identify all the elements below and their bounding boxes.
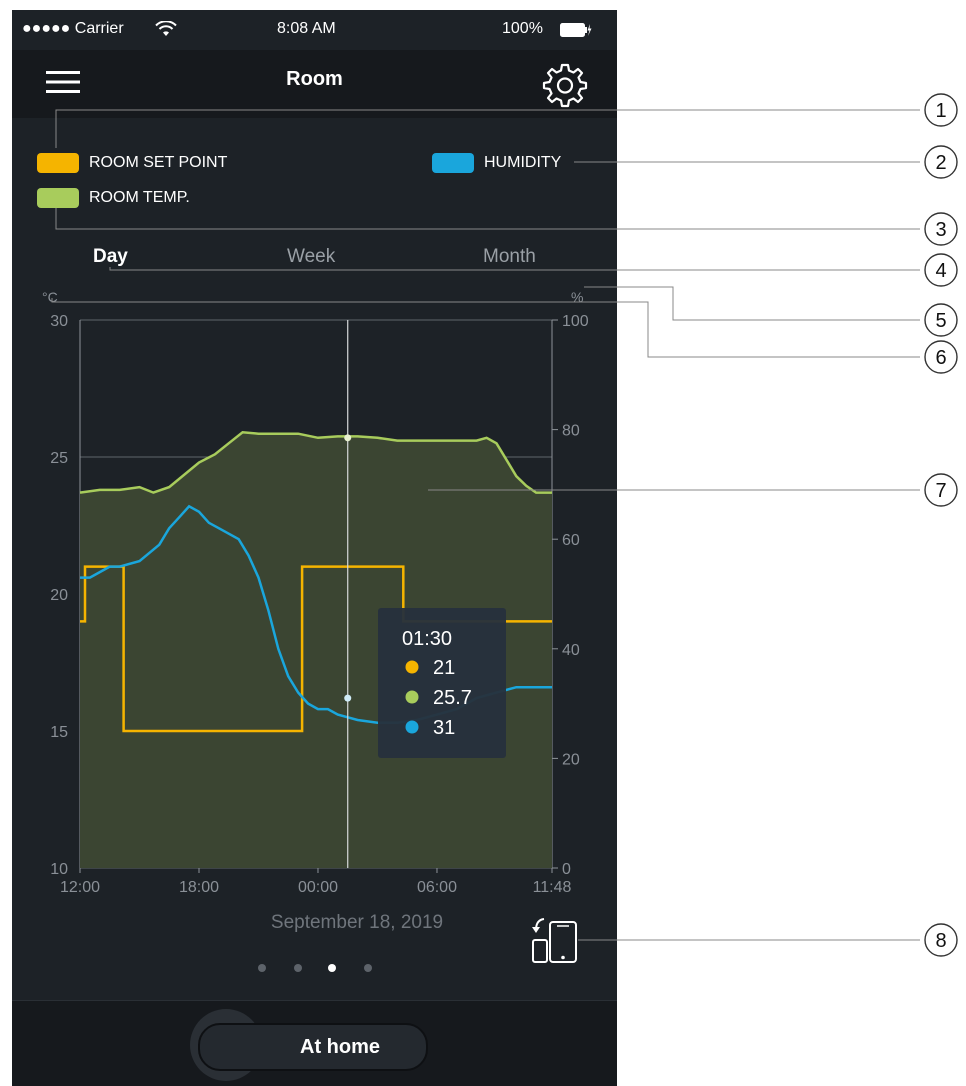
callout-label-6: 6 xyxy=(935,347,946,369)
mode-selector[interactable]: At home xyxy=(198,1023,428,1071)
left-tick-15: 15 xyxy=(50,724,68,741)
tooltip-set-point-value: 21 xyxy=(433,657,455,679)
x-tick-18:00: 18:00 xyxy=(179,879,219,896)
chart-date-label: September 18, 2019 xyxy=(270,912,444,933)
x-tick-11:48: 11:48 xyxy=(533,879,572,896)
callout-label-2: 2 xyxy=(935,152,946,174)
phone-screen: ●●●●● Carrier 8:08 AM 100% Room ROOM SET… xyxy=(12,10,617,1086)
callout-label-1: 1 xyxy=(935,100,946,122)
page-title: Room xyxy=(286,68,343,90)
callout-4 xyxy=(924,253,958,287)
left-axis-ticks: 10 15 20 25 30 xyxy=(50,313,68,878)
right-tick-60: 60 xyxy=(562,532,580,549)
left-tick-25: 25 xyxy=(50,450,68,467)
history-chart[interactable]: 10 15 20 25 30 0 20 40 60 80 100 12:00 18:00 00:00 0… xyxy=(12,280,617,920)
callout-7 xyxy=(924,473,958,507)
left-tick-20: 20 xyxy=(50,587,68,604)
x-axis-ticks: 12:00 18:00 00:00 06:00 11:48 xyxy=(60,868,572,896)
page-dot-3[interactable] xyxy=(328,964,336,972)
x-tick-00:00: 00:00 xyxy=(298,879,338,896)
bottom-bar: At home xyxy=(12,1000,617,1086)
page-dot-2[interactable] xyxy=(294,964,302,972)
chart-tooltip: 01:30 21 25.7 31 xyxy=(378,608,506,758)
left-tick-10: 10 xyxy=(50,861,68,878)
x-tick-06:00: 06:00 xyxy=(417,879,457,896)
tooltip-room-temp-dot xyxy=(405,690,419,704)
tab-day[interactable]: Day xyxy=(93,246,128,268)
callout-label-5: 5 xyxy=(935,310,946,332)
clock-label: 8:08 AM xyxy=(277,20,336,37)
humidity-swatch xyxy=(432,153,474,173)
left-axis-unit: °C xyxy=(42,289,58,305)
page-indicator xyxy=(252,964,382,976)
right-tick-20: 20 xyxy=(562,751,580,768)
right-tick-40: 40 xyxy=(562,642,580,659)
legend-label-room-temp: ROOM TEMP. xyxy=(89,189,190,206)
nav-bar: Room xyxy=(12,50,617,118)
callout-1 xyxy=(924,93,958,127)
left-tick-30: 30 xyxy=(50,313,68,330)
cursor-dot-room-temp xyxy=(344,434,352,442)
carrier-label: ●●●●● Carrier xyxy=(22,20,124,37)
callout-label-8: 8 xyxy=(935,930,946,952)
page-dot-1[interactable] xyxy=(258,964,266,972)
battery-percentage: 100% xyxy=(502,20,543,37)
gear-icon[interactable] xyxy=(542,62,588,108)
right-tick-80: 80 xyxy=(562,423,580,440)
right-axis-unit: % xyxy=(571,289,583,305)
right-tick-100: 100 xyxy=(562,313,589,330)
tooltip-humidity-dot xyxy=(405,720,419,734)
right-tick-0: 0 xyxy=(562,861,571,878)
tooltip-time: 01:30 xyxy=(402,628,452,650)
tab-month[interactable]: Month xyxy=(483,246,536,268)
x-tick-12:00: 12:00 xyxy=(60,879,100,896)
callout-6 xyxy=(924,340,958,374)
battery-icon xyxy=(560,23,592,37)
set-point-swatch xyxy=(37,153,79,173)
callout-label-7: 7 xyxy=(935,480,946,502)
tooltip-room-temp-value: 25.7 xyxy=(433,687,472,709)
mode-label: At home xyxy=(300,1036,380,1058)
status-bar: ●●●●● Carrier 8:08 AM 100% xyxy=(12,10,617,50)
legend-label-humidity: HUMIDITY xyxy=(484,154,562,171)
rotate-device-icon[interactable] xyxy=(530,916,580,964)
callout-5 xyxy=(924,303,958,337)
tooltip-humidity-value: 31 xyxy=(433,717,455,739)
legend-label-set-point: ROOM SET POINT xyxy=(89,154,228,171)
wifi-icon xyxy=(155,21,177,36)
page-dot-4[interactable] xyxy=(364,964,372,972)
tab-week[interactable]: Week xyxy=(287,246,335,268)
callout-label-4: 4 xyxy=(935,260,946,282)
room-temp-swatch xyxy=(37,188,79,208)
tooltip-set-point-dot xyxy=(405,660,419,674)
callout-label-3: 3 xyxy=(935,219,946,241)
callout-2 xyxy=(924,145,958,179)
right-axis-ticks: 0 20 40 60 80 100 xyxy=(552,313,589,878)
callout-3 xyxy=(924,212,958,246)
callout-8 xyxy=(924,923,958,957)
cursor-dot-humidity xyxy=(344,694,352,702)
